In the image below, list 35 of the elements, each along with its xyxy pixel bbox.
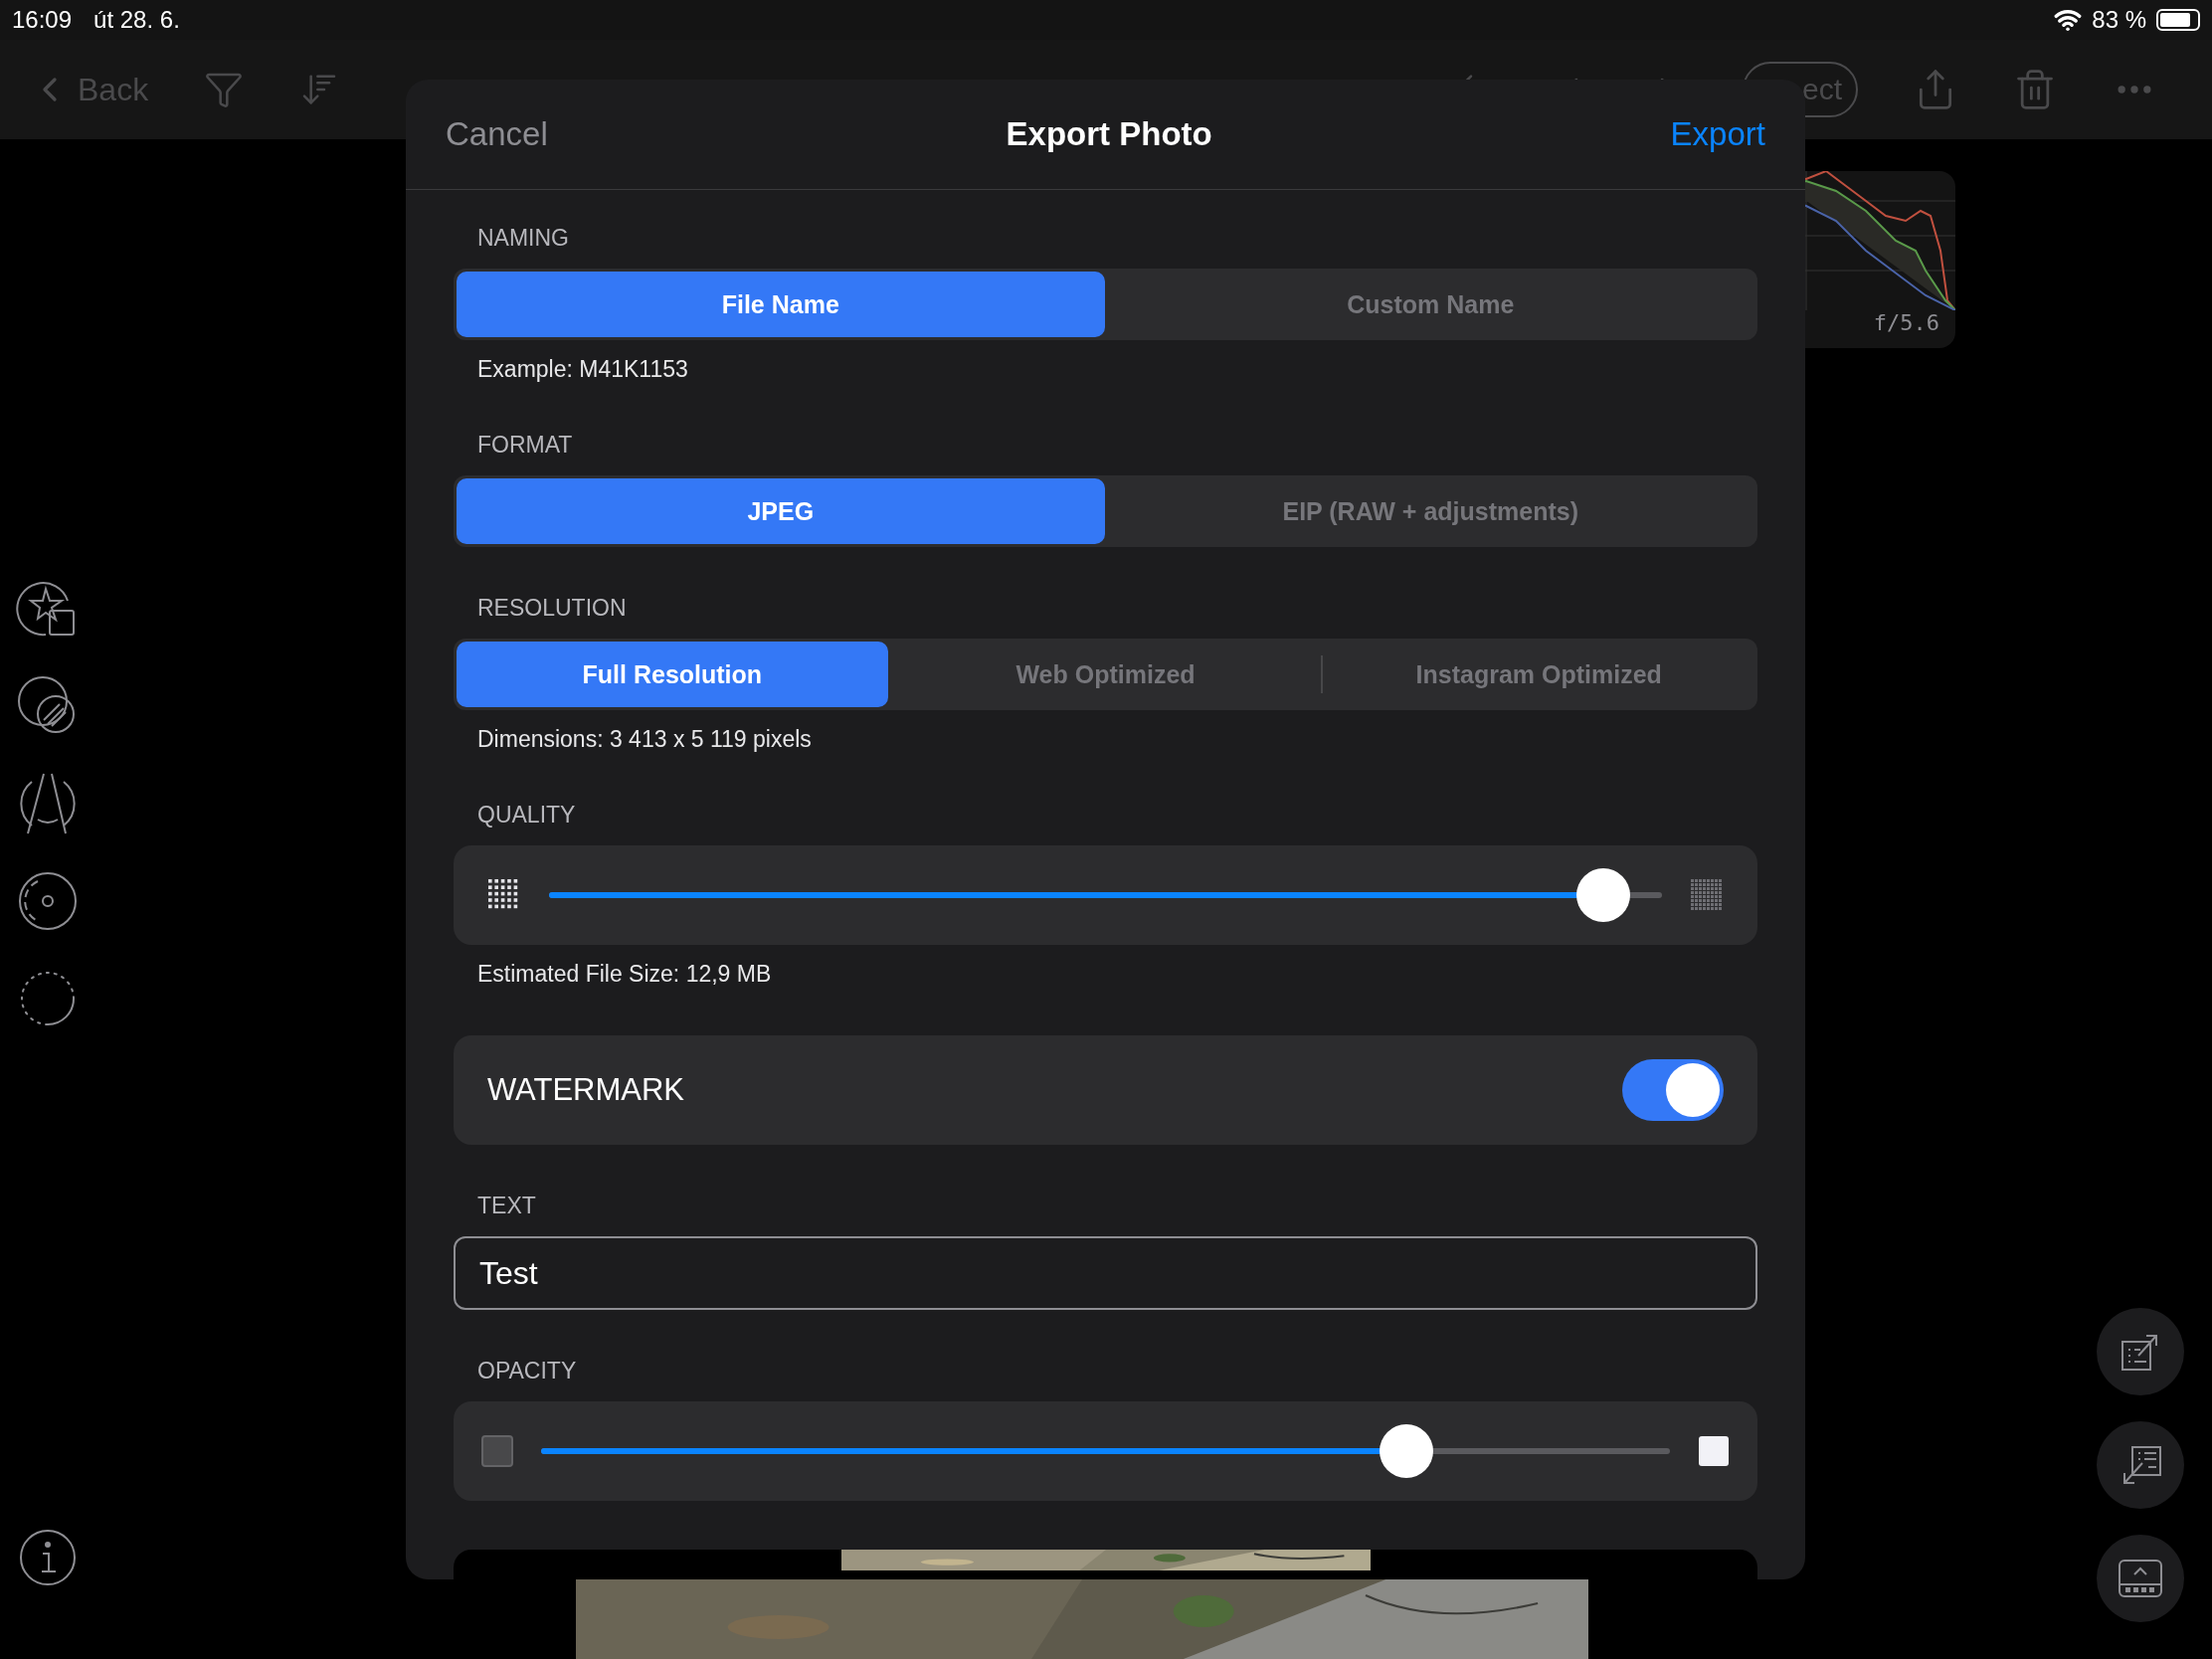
slider[interactable] xyxy=(549,868,1662,922)
info-text: Dimensions: 3 413 x 5 119 pixels xyxy=(477,725,813,754)
info-text: Example: M41K1153 xyxy=(477,355,689,384)
info-text: Estimated File Size: 12,9 MB xyxy=(477,960,773,989)
segment-option[interactable]: Instagram Optimized xyxy=(1323,642,1754,707)
toggle-label: WATERMARK xyxy=(487,1072,686,1108)
vignette-icon[interactable] xyxy=(16,869,80,933)
segment-option[interactable]: Web Optimized xyxy=(889,642,1322,707)
slider-thumb[interactable] xyxy=(1380,1424,1434,1478)
status-date: út 28. 6. xyxy=(93,6,180,34)
square-icon xyxy=(1698,1435,1730,1467)
segment-option[interactable]: Custom Name xyxy=(1106,272,1754,337)
text-field[interactable]: Test xyxy=(454,1236,1757,1310)
fine-grid-icon xyxy=(1690,878,1724,912)
segment-option[interactable]: JPEG xyxy=(457,478,1105,544)
slider-thumb[interactable] xyxy=(1576,868,1631,922)
battery-percent: 83 % xyxy=(2092,6,2146,34)
status-time: 16:09 xyxy=(12,6,73,34)
section-label: TEXT xyxy=(477,1192,537,1220)
segment-option[interactable]: File Name xyxy=(457,272,1105,337)
section-label: NAMING xyxy=(477,224,570,253)
dialog-title: Export Photo xyxy=(1006,115,1212,153)
segment-option[interactable]: Full Resolution xyxy=(457,642,888,707)
keyboard-icon xyxy=(2117,1557,2164,1600)
cancel-button[interactable]: Cancel xyxy=(446,115,548,153)
aperture-value: f/5.6 xyxy=(1873,310,1939,335)
square-icon xyxy=(481,1435,513,1467)
segment-option[interactable]: EIP (RAW + adjustments) xyxy=(1106,478,1754,544)
export-button[interactable]: Export xyxy=(1670,115,1765,153)
battery-icon xyxy=(2156,9,2200,31)
section-label: RESOLUTION xyxy=(477,594,628,623)
section-label: OPACITY xyxy=(477,1357,578,1385)
section-label: FORMAT xyxy=(477,431,574,460)
slider[interactable] xyxy=(541,1424,1670,1478)
section-label: QUALITY xyxy=(477,801,577,830)
